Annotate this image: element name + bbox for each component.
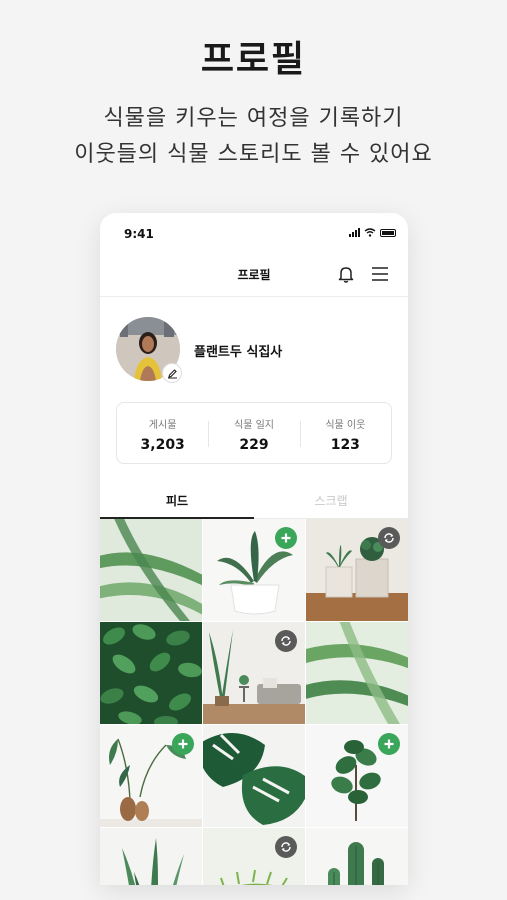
feed-photo	[100, 828, 202, 885]
phone-screen: 9:41 프로필 플랜트두 식집사 게시물 3,203 식물 일지 229 식물…	[100, 213, 408, 885]
feed-grid	[100, 519, 408, 885]
profile-tabs: 피드 스크랩	[100, 483, 408, 519]
wifi-icon	[364, 228, 376, 237]
menu-icon[interactable]	[370, 265, 390, 283]
stat-value: 229	[239, 437, 269, 453]
tab-feed[interactable]: 피드	[100, 492, 254, 509]
feed-photo	[100, 622, 202, 724]
stat-label: 게시물	[148, 420, 177, 431]
feed-item[interactable]	[306, 519, 408, 621]
battery-icon	[380, 229, 396, 237]
feed-photo	[100, 519, 202, 621]
app-bar: 프로필	[100, 253, 408, 297]
plus-icon[interactable]	[378, 733, 400, 755]
feed-item[interactable]	[306, 725, 408, 827]
stats-box: 게시물 3,203 식물 일지 229 식물 이웃 123	[116, 402, 392, 464]
feed-item[interactable]	[100, 725, 202, 827]
page-title: 프로필	[237, 268, 271, 282]
stat-plant-journal[interactable]: 식물 일지 229	[208, 403, 299, 463]
stat-label: 식물 이웃	[325, 420, 366, 431]
signal-icon	[349, 228, 360, 237]
bell-icon[interactable]	[336, 264, 356, 284]
feed-photo	[203, 725, 305, 827]
plus-icon[interactable]	[172, 733, 194, 755]
feed-item[interactable]	[203, 622, 305, 724]
repost-icon[interactable]	[275, 836, 297, 858]
pencil-icon[interactable]	[162, 363, 182, 383]
stat-label: 식물 일지	[234, 420, 274, 431]
repost-icon[interactable]	[275, 630, 297, 652]
status-time: 9:41	[124, 227, 154, 241]
feed-item[interactable]	[203, 725, 305, 827]
plus-icon[interactable]	[275, 527, 297, 549]
feed-item[interactable]	[203, 519, 305, 621]
promo-headline: 프로필	[200, 39, 307, 80]
feed-photo	[306, 828, 408, 885]
stat-value: 3,203	[140, 437, 185, 453]
promo-subline-1: 식물을 키우는 여정을 기록하기	[103, 106, 404, 131]
profile-header: 플랜트두 식집사	[116, 317, 396, 383]
feed-item[interactable]	[203, 828, 305, 885]
promo-subline-2: 이웃들의 식물 스토리도 볼 수 있어요	[74, 142, 433, 167]
feed-item[interactable]	[306, 828, 408, 885]
stat-posts[interactable]: 게시물 3,203	[117, 403, 208, 463]
stat-value: 123	[330, 437, 360, 453]
feed-item[interactable]	[100, 519, 202, 621]
feed-item[interactable]	[100, 828, 202, 885]
stat-plant-neighbors[interactable]: 식물 이웃 123	[299, 403, 391, 463]
profile-nickname: 플랜트두 식집사	[194, 345, 283, 360]
repost-icon[interactable]	[378, 527, 400, 549]
feed-item[interactable]	[100, 622, 202, 724]
tab-scrap[interactable]: 스크랩	[254, 492, 408, 509]
feed-photo	[306, 622, 408, 724]
feed-item[interactable]	[306, 622, 408, 724]
status-icons	[349, 228, 396, 237]
status-bar: 9:41	[100, 213, 408, 253]
